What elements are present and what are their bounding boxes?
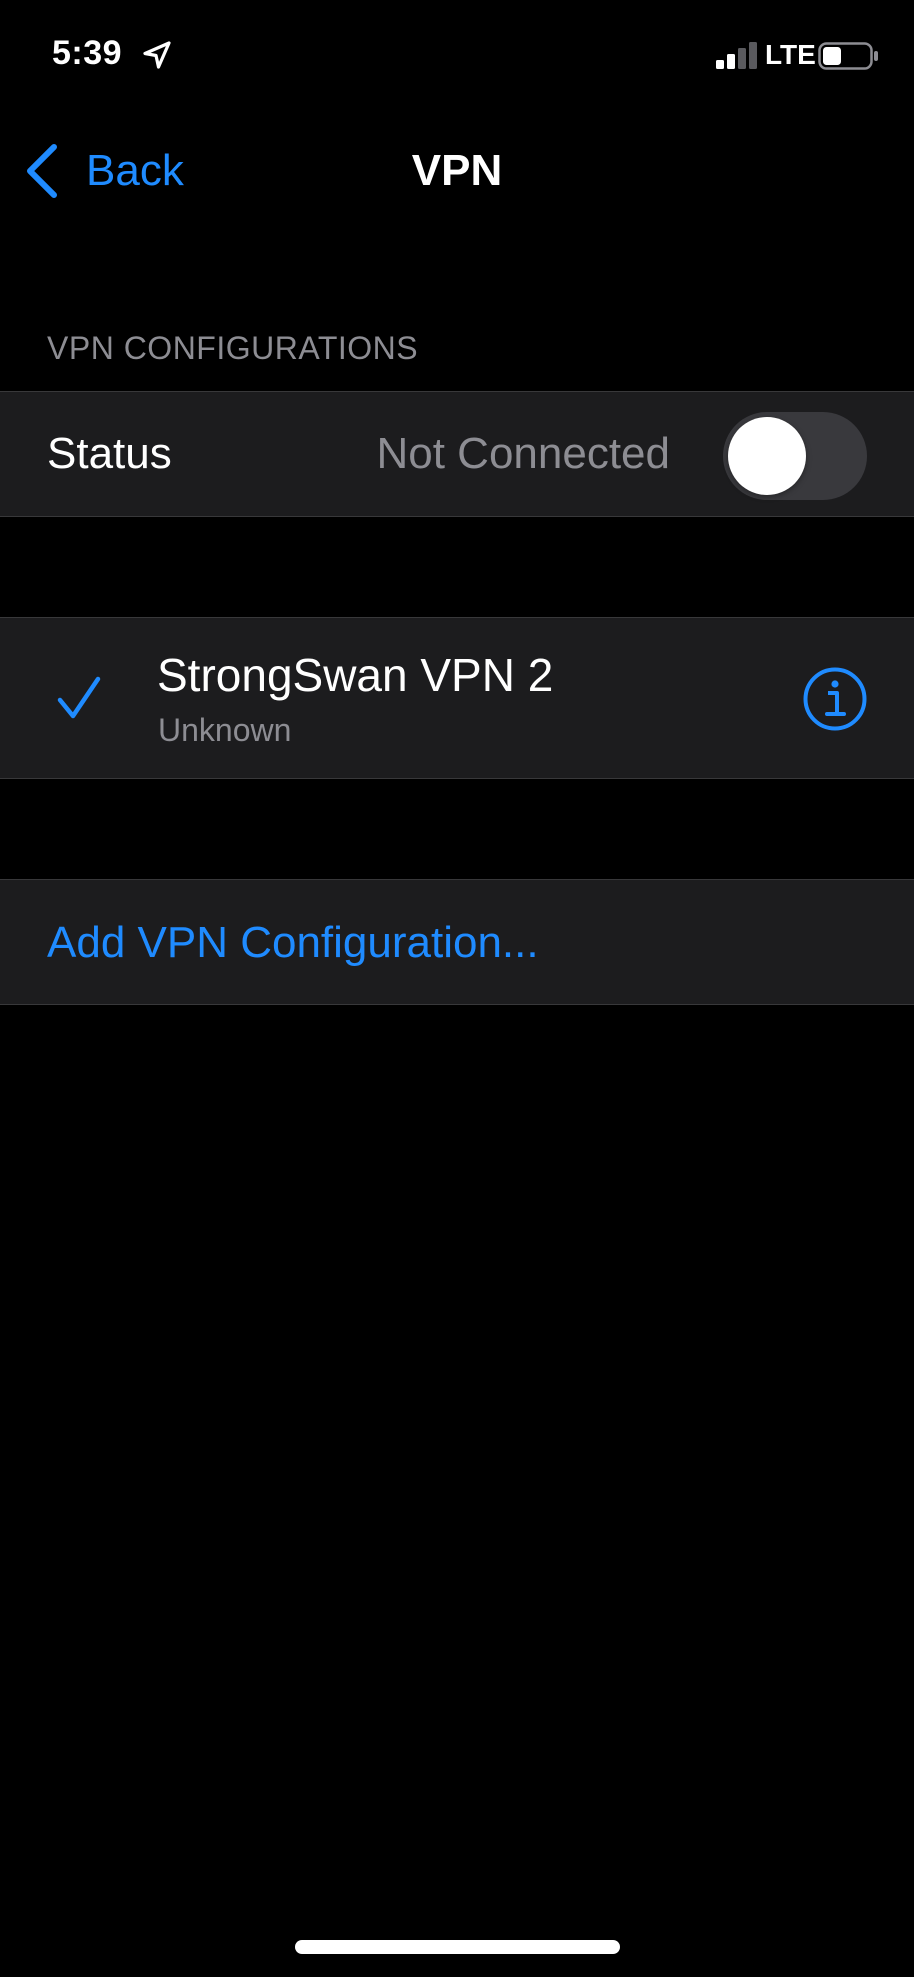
status-row: Status Not Connected [0, 391, 914, 517]
add-vpn-configuration-button[interactable]: Add VPN Configuration... [47, 918, 539, 968]
configuration-status: Unknown [158, 712, 292, 748]
section-header: VPN CONFIGURATIONS [47, 330, 419, 366]
vpn-configuration-row[interactable]: StrongSwan VPN 2 Unknown [0, 617, 914, 779]
status-value: Not Connected [376, 429, 670, 478]
status-label: Status [47, 429, 172, 478]
location-arrow-icon [143, 41, 171, 69]
configuration-name: StrongSwan VPN 2 [157, 649, 554, 701]
home-indicator[interactable] [295, 1940, 620, 1954]
vpn-status-toggle[interactable] [723, 412, 867, 500]
page-title: VPN [411, 146, 503, 195]
navigation-bar: Back VPN [0, 110, 914, 230]
network-type: LTE [765, 39, 816, 70]
checkmark-icon [57, 676, 101, 719]
info-icon[interactable] [802, 666, 868, 732]
toggle-knob [728, 417, 806, 495]
cellular-signal-icon [716, 42, 757, 69]
status-bar: 5:39 LTE [0, 0, 914, 110]
battery-icon [818, 42, 878, 70]
add-configuration-row: Add VPN Configuration... [0, 879, 914, 1005]
status-time: 5:39 [52, 34, 123, 72]
